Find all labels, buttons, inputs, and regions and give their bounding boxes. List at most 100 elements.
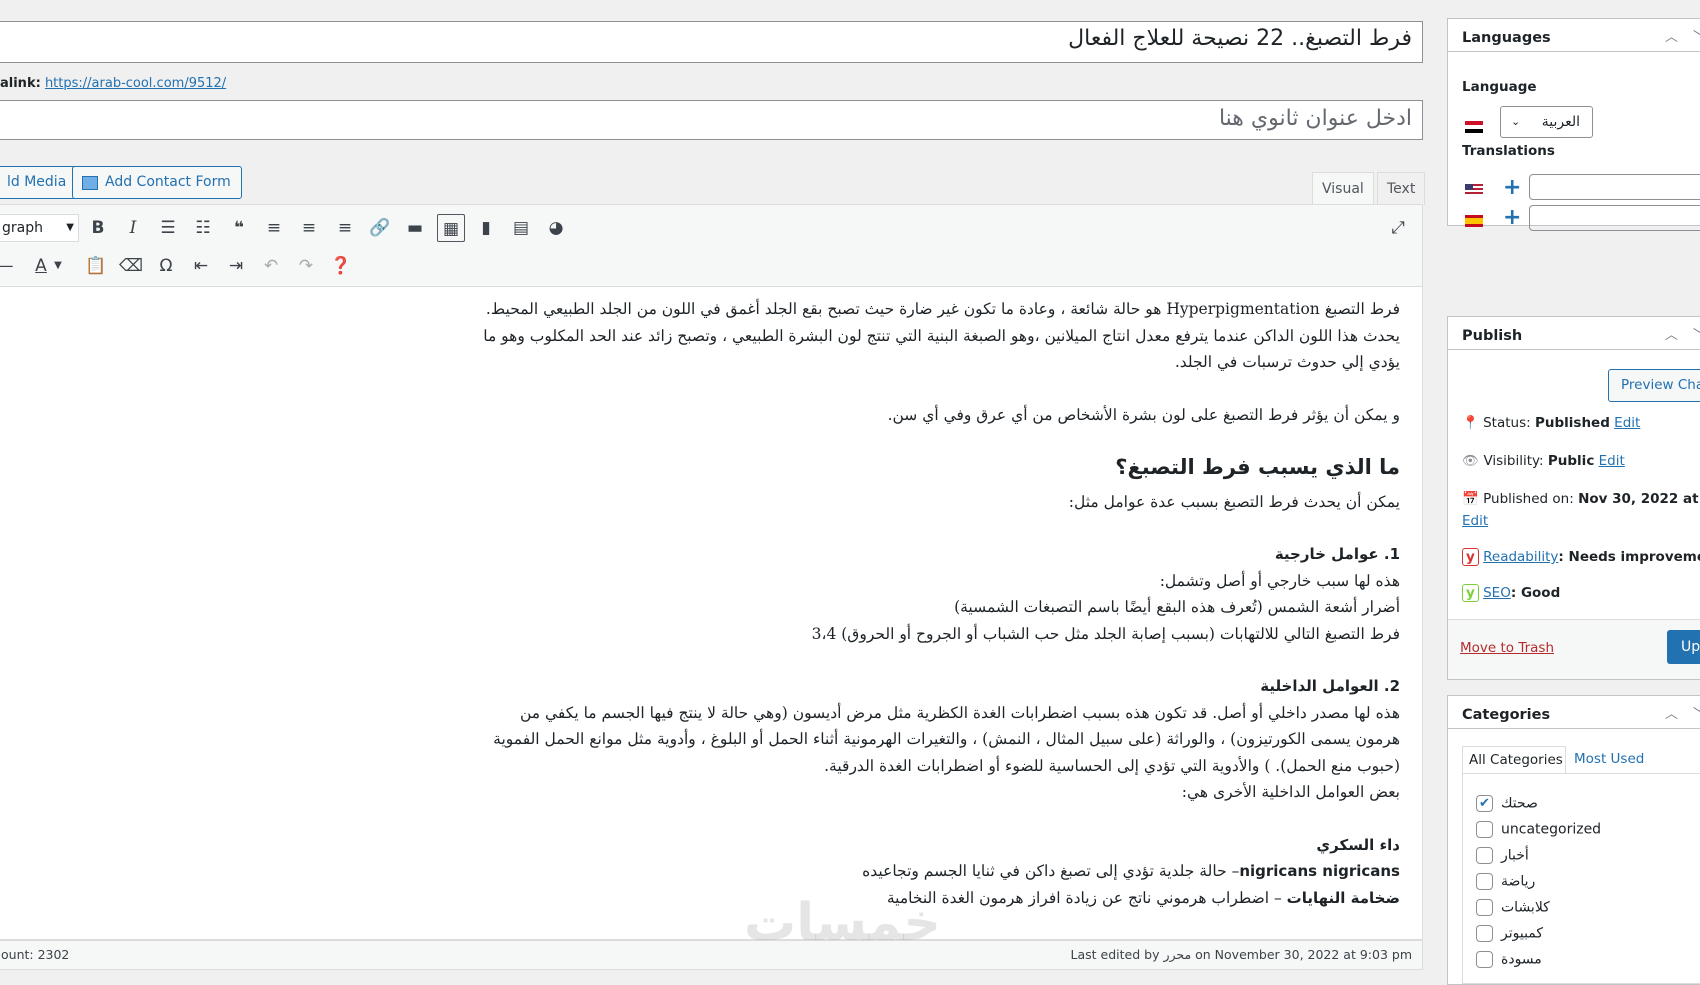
add-media-button[interactable]: ld Media xyxy=(0,166,78,199)
move-to-trash-link[interactable]: Move to Trash xyxy=(1460,640,1554,656)
update-button[interactable]: Up xyxy=(1667,630,1700,664)
readability-link[interactable]: Readability xyxy=(1483,549,1558,565)
tab-visual[interactable]: Visual xyxy=(1312,172,1374,205)
numbered-list-icon[interactable]: ☷ xyxy=(189,214,217,242)
term: ضخامة النهايات xyxy=(1286,888,1400,907)
editor-content[interactable]: فرط التصبغ Hyperpigmentation هو حالة شائ… xyxy=(0,288,1422,915)
align-right-icon[interactable]: ≡ xyxy=(331,214,359,242)
toolbar-toggle-icon[interactable]: ▦ xyxy=(437,214,465,242)
checkbox[interactable] xyxy=(1476,847,1493,864)
category-item[interactable]: أخبار xyxy=(1476,847,1529,864)
tab-all-categories[interactable]: All Categories xyxy=(1462,746,1566,774)
add-contact-form-label: Add Contact Form xyxy=(105,174,231,190)
help-icon[interactable]: ❓ xyxy=(327,252,355,280)
category-item[interactable]: كلابشات xyxy=(1476,899,1550,916)
seo-link[interactable]: SEO xyxy=(1483,585,1511,601)
align-center-icon[interactable]: ≡ xyxy=(295,214,323,242)
checkbox[interactable] xyxy=(1476,821,1493,838)
special-character-icon[interactable]: Ω xyxy=(152,252,180,280)
category-item[interactable]: ✔ صحتك xyxy=(1476,795,1538,812)
paragraph: هذه لها مصدر داخلي أو أصل. قد تكون هذه ب… xyxy=(493,703,1400,775)
pie-chart-icon[interactable]: ◕ xyxy=(542,214,570,242)
link-icon[interactable]: 🔗 xyxy=(366,214,394,242)
tab-most-used[interactable]: Most Used xyxy=(1574,746,1644,773)
calendar-icon: 📅 xyxy=(1462,491,1479,507)
edit-status-link[interactable]: Edit xyxy=(1614,415,1640,431)
paragraph: و يمكن أن يؤثر فرط التصبغ على لون بشرة ا… xyxy=(887,405,1400,424)
add-translation-spanish-icon[interactable]: + xyxy=(1503,205,1521,230)
form-icon xyxy=(82,176,98,190)
table-icon[interactable]: ▤ xyxy=(507,214,535,242)
section-title: 1. عوامل خارجية xyxy=(1274,545,1400,563)
translation-spanish-input[interactable] xyxy=(1529,205,1700,231)
redo-icon[interactable]: ↷ xyxy=(292,252,320,280)
paragraph: فرط التصبغ Hyperpigmentation هو حالة شائ… xyxy=(483,300,1400,371)
subtitle-input[interactable]: ادخل عنوان ثانوي هنا xyxy=(0,100,1423,140)
pin-icon: 📍 xyxy=(1462,415,1479,431)
languages-header[interactable]: Languages︿﹀ xyxy=(1448,19,1700,52)
paste-text-icon[interactable]: 📋 xyxy=(82,252,110,280)
publish-box: Publish︿﹀ Preview Cha 📍 Status: Publishe… xyxy=(1447,316,1700,680)
editor: graph▼ B I ☰ ☷ ❝ ≡ ≡ ≡ 🔗 ▬ ▦ ▮ ▤ ◕ ⤢ — A… xyxy=(0,204,1423,953)
line: بعض العوامل الداخلية الأخرى هي: xyxy=(1181,783,1400,801)
fullscreen-icon[interactable]: ⤢ xyxy=(1384,214,1412,242)
translations-label: Translations xyxy=(1462,143,1555,159)
languages-box: Languages︿﹀ Language العربية⌄ Translatio… xyxy=(1447,18,1700,231)
bullet-list-icon[interactable]: ☰ xyxy=(154,214,182,242)
format-select[interactable]: graph ▼ xyxy=(0,214,79,242)
eye-icon: 👁 xyxy=(1462,453,1480,469)
checkbox[interactable] xyxy=(1476,951,1493,968)
clear-formatting-icon[interactable]: ⌫ xyxy=(117,252,145,280)
edit-date-link[interactable]: Edit xyxy=(1462,513,1488,529)
indent-icon[interactable]: ⇥ xyxy=(222,252,250,280)
chevron-down-icon[interactable]: ﹀ xyxy=(1693,317,1700,355)
blockquote-icon[interactable]: ❝ xyxy=(225,214,253,242)
category-item[interactable]: كمبيوتر xyxy=(1476,925,1543,942)
text-color-dropdown-icon[interactable]: ▼ xyxy=(51,252,65,280)
horizontal-line-icon[interactable]: — xyxy=(0,252,19,280)
post-title-input[interactable]: فرط التصبغ.. 22 نصيحة للعلاج الفعال xyxy=(0,21,1423,63)
outdent-icon[interactable]: ⇤ xyxy=(187,252,215,280)
checkbox[interactable] xyxy=(1476,899,1493,916)
undo-icon[interactable]: ↶ xyxy=(257,252,285,280)
flag-english-icon xyxy=(1465,184,1483,196)
bold-icon[interactable]: B xyxy=(84,214,112,242)
section-title: داء السكري xyxy=(1316,835,1400,854)
permalink-label: alink: xyxy=(0,76,41,91)
yoast-readability-icon: y xyxy=(1462,548,1479,566)
language-label: Language xyxy=(1462,79,1537,95)
chevron-up-icon[interactable]: ︿ xyxy=(1665,696,1678,734)
categories-header[interactable]: Categories︿﹀ xyxy=(1448,696,1700,729)
line: أضرار أشعة الشمس (تُعرف هذه البقع أيضًا … xyxy=(954,598,1400,616)
section-title: 2. العوامل الداخلية xyxy=(1260,677,1400,695)
checkbox[interactable] xyxy=(1476,873,1493,890)
read-more-icon[interactable]: ▬ xyxy=(401,214,429,242)
yoast-seo-icon: y xyxy=(1462,584,1479,602)
publish-header[interactable]: Publish︿﹀ xyxy=(1448,317,1700,350)
last-edited: Last edited by محرر on November 30, 2022… xyxy=(1070,947,1412,962)
chevron-up-icon[interactable]: ︿ xyxy=(1665,317,1678,355)
heading: ما الذي يسبب فرط التصبغ؟ xyxy=(1115,455,1400,479)
permalink-link[interactable]: https://arab-cool.com/9512/ xyxy=(45,76,226,91)
category-item[interactable]: مسودة xyxy=(1476,951,1542,968)
tab-text[interactable]: Text xyxy=(1377,172,1426,205)
align-left-icon[interactable]: ≡ xyxy=(260,214,288,242)
checkbox-checked[interactable]: ✔ xyxy=(1476,795,1493,812)
editor-toolbar: graph▼ B I ☰ ☷ ❝ ≡ ≡ ≡ 🔗 ▬ ▦ ▮ ▤ ◕ ⤢ — A… xyxy=(0,205,1422,287)
term: nigricans nigricans xyxy=(1239,862,1400,880)
checkbox[interactable] xyxy=(1476,925,1493,942)
add-translation-english-icon[interactable]: + xyxy=(1503,175,1521,200)
edit-visibility-link[interactable]: Edit xyxy=(1599,453,1625,469)
add-contact-form-button[interactable]: Add Contact Form xyxy=(72,166,242,199)
translation-english-input[interactable] xyxy=(1529,174,1700,200)
chevron-down-icon[interactable]: ﹀ xyxy=(1693,19,1700,57)
chart-icon[interactable]: ▮ xyxy=(472,214,500,242)
italic-icon[interactable]: I xyxy=(119,214,147,242)
chevron-down-icon[interactable]: ﹀ xyxy=(1693,696,1700,734)
category-item[interactable]: uncategorized xyxy=(1476,821,1601,838)
category-item[interactable]: رياضة xyxy=(1476,873,1535,890)
definition: – اضطراب هرموني ناتج عن زيادة افراز هرمو… xyxy=(886,888,1287,907)
language-select[interactable]: العربية ⌄ xyxy=(1500,106,1593,138)
preview-changes-button[interactable]: Preview Cha xyxy=(1608,369,1700,402)
chevron-up-icon[interactable]: ︿ xyxy=(1665,19,1678,57)
